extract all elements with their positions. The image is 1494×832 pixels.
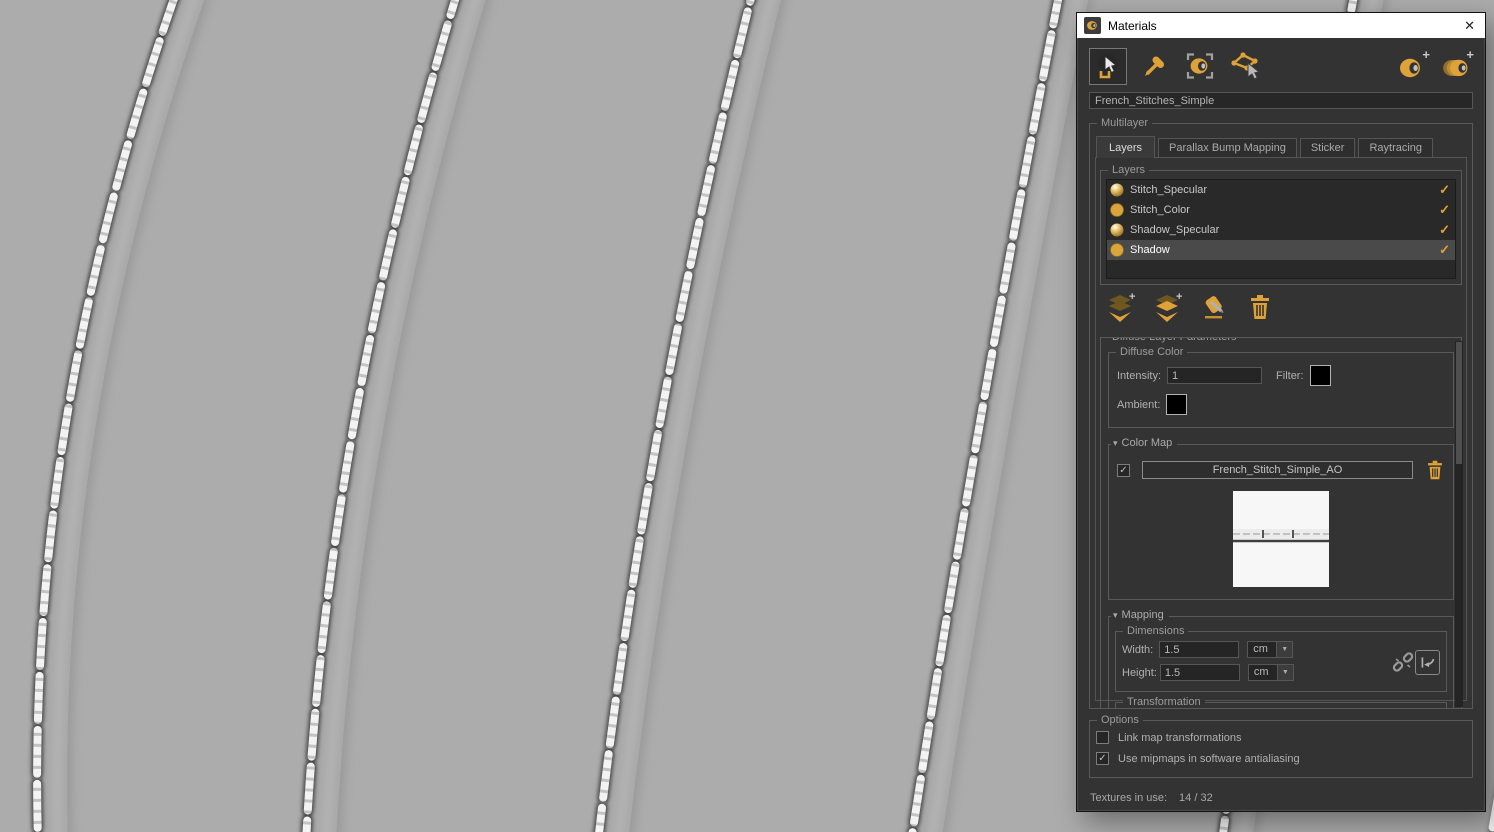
- layer-row-shadow-specular[interactable]: Shadow_Specular ✓: [1107, 220, 1455, 240]
- add-sublayer-icon[interactable]: +: [1153, 292, 1183, 322]
- layers-group-label: Layers: [1108, 164, 1149, 177]
- color-map-group: ▾ Color Map ✓ French_Stitch_Simple_AO: [1108, 444, 1454, 600]
- multilayer-group: Multilayer Layers Parallax Bump Mapping …: [1089, 123, 1473, 709]
- mapping-label: Mapping: [1122, 609, 1164, 621]
- color-layer-icon: [1110, 203, 1124, 217]
- layer-enabled-check-icon[interactable]: ✓: [1439, 222, 1450, 238]
- layer-enabled-check-icon[interactable]: ✓: [1439, 202, 1450, 218]
- intensity-label: Intensity:: [1117, 370, 1161, 382]
- option-label: Link map transformations: [1118, 732, 1242, 744]
- reset-mapping-button[interactable]: [1415, 650, 1440, 675]
- diffuse-layer-parameters-group: Diffuse Layer Parameters Diffuse Color I…: [1100, 337, 1462, 709]
- width-label: Width:: [1122, 644, 1153, 656]
- filter-color-swatch[interactable]: [1310, 365, 1331, 386]
- width-unit-select[interactable]: cm ▼: [1247, 641, 1293, 658]
- layer-name: Shadow_Specular: [1130, 224, 1219, 236]
- texture-preview[interactable]: [1233, 491, 1329, 587]
- transformation-group: Transformation Offset Rotate: [1115, 702, 1447, 709]
- materials-window-icon: [1084, 17, 1101, 34]
- option-use-mipmaps[interactable]: ✓ Use mipmaps in software antialiasing: [1096, 752, 1466, 765]
- tab-layers[interactable]: Layers: [1096, 136, 1155, 158]
- eyedropper-tool-button[interactable]: [1135, 48, 1173, 85]
- materials-toolbar: + +: [1089, 44, 1473, 88]
- collapse-arrow-icon[interactable]: ▾: [1113, 610, 1118, 621]
- toolbar-right-group: + +: [1397, 51, 1473, 81]
- apply-material-tool-button[interactable]: [1181, 48, 1219, 85]
- dimensions-group: Dimensions Width: cm ▼: [1115, 631, 1447, 692]
- material-name-field[interactable]: [1089, 92, 1473, 109]
- options-group-label: Options: [1097, 714, 1143, 727]
- layer-row-stitch-color[interactable]: Stitch_Color ✓: [1107, 200, 1455, 220]
- option-link-map-transformations[interactable]: Link map transformations: [1096, 731, 1466, 744]
- layer-name: Shadow: [1130, 244, 1170, 256]
- height-input[interactable]: [1160, 664, 1240, 681]
- textures-in-use-label: Textures in use:: [1090, 792, 1167, 804]
- diffuse-color-label: Diffuse Color: [1116, 346, 1187, 359]
- layer-name: Stitch_Specular: [1130, 184, 1207, 196]
- add-layer-icon[interactable]: +: [1106, 292, 1136, 322]
- unlink-dimensions-icon[interactable]: [1391, 651, 1415, 675]
- add-multilayer-material-button[interactable]: +: [1441, 51, 1473, 81]
- edit-layer-icon[interactable]: [1200, 292, 1230, 322]
- chevron-down-icon[interactable]: ▼: [1277, 641, 1293, 658]
- layer-name: Stitch_Color: [1130, 204, 1190, 216]
- intensity-input[interactable]: [1167, 367, 1262, 384]
- tab-sticker[interactable]: Sticker: [1300, 138, 1356, 157]
- use-mipmaps-checkbox[interactable]: ✓: [1096, 752, 1109, 765]
- height-unit-select[interactable]: cm ▼: [1248, 664, 1294, 681]
- add-material-button[interactable]: +: [1397, 51, 1429, 81]
- panel-titlebar[interactable]: Materials ✕: [1077, 13, 1485, 38]
- panel-title: Materials: [1108, 19, 1157, 33]
- options-group: Options Link map transformations ✓ Use m…: [1089, 720, 1473, 778]
- diffuse-color-group: Diffuse Color Intensity: Filter: Ambient…: [1108, 352, 1454, 428]
- color-map-checkbox[interactable]: ✓: [1117, 464, 1130, 477]
- status-bar: Textures in use: 14 / 32: [1089, 786, 1473, 810]
- close-icon[interactable]: ✕: [1464, 19, 1475, 32]
- layer-toolbar: + +: [1100, 285, 1462, 327]
- transformation-label: Transformation: [1123, 696, 1205, 709]
- scrollbar-thumb[interactable]: [1456, 342, 1462, 464]
- select-polygon-tool-button[interactable]: [1227, 48, 1265, 85]
- svg-text:+: +: [1129, 292, 1135, 303]
- ambient-label: Ambient:: [1117, 399, 1160, 411]
- color-layer-icon: [1110, 243, 1124, 257]
- chevron-down-icon[interactable]: ▼: [1278, 664, 1294, 681]
- select-material-tool-button[interactable]: [1089, 48, 1127, 85]
- layer-row-shadow[interactable]: Shadow ✓: [1107, 240, 1455, 260]
- application-window: Materials ✕: [0, 0, 1494, 832]
- width-input[interactable]: [1159, 641, 1239, 658]
- layer-list: Stitch_Specular ✓ Stitch_Color ✓: [1106, 179, 1456, 279]
- collapse-arrow-icon[interactable]: ▾: [1113, 438, 1118, 449]
- option-label: Use mipmaps in software antialiasing: [1118, 753, 1300, 765]
- arrow-to-start-icon: [1419, 654, 1436, 671]
- multilayer-group-label: Multilayer: [1097, 117, 1152, 130]
- specular-layer-icon: [1110, 223, 1124, 237]
- mapping-group: ▾ Mapping Dimensions Width:: [1108, 616, 1454, 709]
- delete-layer-icon[interactable]: [1247, 293, 1273, 321]
- delete-texture-icon[interactable]: [1425, 459, 1445, 481]
- color-map-label: Color Map: [1122, 437, 1173, 449]
- panel-body: + +: [1077, 38, 1485, 811]
- tab-raytracing[interactable]: Raytracing: [1358, 138, 1433, 157]
- layer-enabled-check-icon[interactable]: ✓: [1439, 242, 1450, 258]
- svg-text:+: +: [1176, 292, 1182, 303]
- ambient-color-swatch[interactable]: [1166, 394, 1187, 415]
- layer-row-stitch-specular[interactable]: Stitch_Specular ✓: [1107, 180, 1455, 200]
- diffuse-layer-parameters-label: Diffuse Layer Parameters: [1108, 337, 1241, 344]
- dimensions-label: Dimensions: [1123, 625, 1188, 638]
- filter-label: Filter:: [1276, 370, 1304, 382]
- layers-group: Layers Stitch_Specular ✓: [1100, 170, 1462, 285]
- parameters-scrollbar[interactable]: [1455, 341, 1463, 707]
- height-label: Height:: [1122, 667, 1157, 679]
- tab-parallax-bump-mapping[interactable]: Parallax Bump Mapping: [1158, 138, 1297, 157]
- textures-in-use-value: 14 / 32: [1179, 792, 1213, 804]
- link-map-transformations-checkbox[interactable]: [1096, 731, 1109, 744]
- texture-name-button[interactable]: French_Stitch_Simple_AO: [1142, 461, 1413, 479]
- specular-layer-icon: [1110, 183, 1124, 197]
- layer-enabled-check-icon[interactable]: ✓: [1439, 182, 1450, 198]
- layers-tab-page: Layers Stitch_Specular ✓: [1095, 157, 1467, 701]
- multilayer-tabs: Layers Parallax Bump Mapping Sticker Ray…: [1095, 136, 1467, 157]
- materials-panel: Materials ✕: [1076, 12, 1486, 812]
